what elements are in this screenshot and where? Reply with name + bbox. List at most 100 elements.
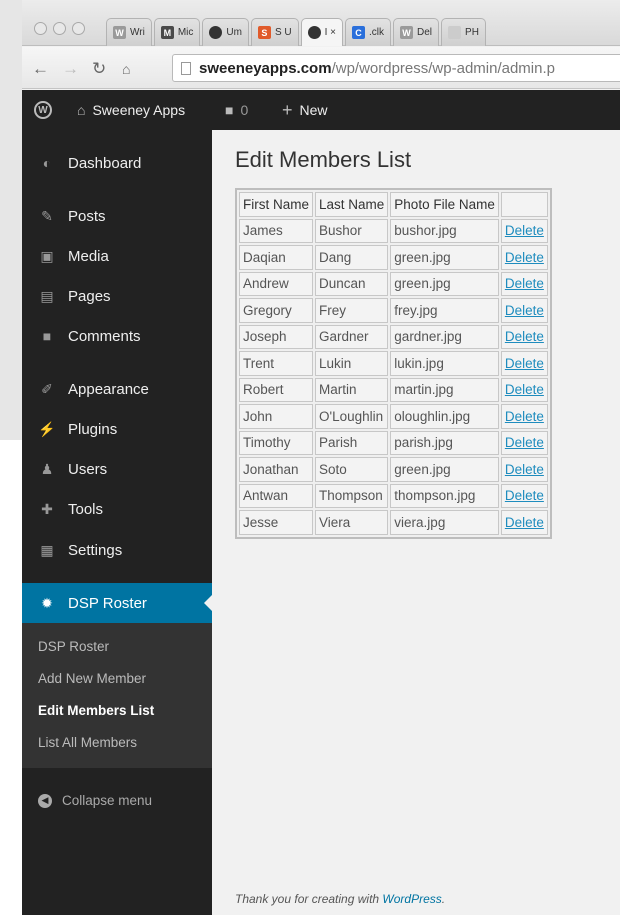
- browser-toolbar: ← → ↻ ⌂ sweeneyapps.com/wp/wordpress/wp-…: [22, 47, 620, 89]
- table-cell: frey.jpg: [390, 298, 499, 323]
- sidebar-item-pages[interactable]: ▤ Pages: [22, 281, 212, 311]
- delete-link[interactable]: Delete: [505, 435, 544, 450]
- page-icon: [448, 26, 462, 39]
- sidebar-item-settings[interactable]: ▦ Settings: [22, 535, 212, 565]
- browser-tab[interactable]: C .clk: [345, 18, 392, 46]
- address-bar[interactable]: sweeneyapps.com/wp/wordpress/wp-admin/ad…: [172, 54, 620, 82]
- table-cell: bushor.jpg: [390, 218, 499, 243]
- delete-link[interactable]: Delete: [505, 303, 544, 318]
- table-cell: Delete: [500, 324, 548, 349]
- browser-tab[interactable]: SS U: [250, 18, 299, 46]
- collapse-menu-label: Collapse menu: [62, 793, 153, 808]
- pages-icon: ▤: [40, 287, 54, 304]
- table-cell: Antwan: [239, 483, 314, 508]
- column-header: Last Name: [315, 192, 389, 217]
- delete-link[interactable]: Delete: [505, 329, 544, 344]
- submenu-item[interactable]: List All Members: [38, 735, 137, 750]
- table-row: Joseph Gardner gardner.jpg Delete: [239, 324, 548, 349]
- submenu-item[interactable]: Edit Members List: [38, 703, 154, 718]
- collapse-menu-button[interactable]: ◀ Collapse menu: [38, 793, 152, 808]
- sidebar-item-media[interactable]: ▣ Media: [22, 241, 212, 271]
- delete-link[interactable]: Delete: [505, 356, 544, 371]
- table-cell: green.jpg: [390, 245, 499, 270]
- table-cell: Delete: [500, 351, 548, 376]
- comments-count: 0: [240, 102, 249, 118]
- users-icon: ♟: [40, 460, 54, 477]
- new-content-link[interactable]: + New: [282, 90, 328, 130]
- tab-strip: W Wri M Mic Um S S UI × C .clk W Del PH: [22, 0, 620, 46]
- sidebar-item-dsp-roster[interactable]: ✹ DSP Roster: [22, 583, 212, 623]
- tab-label: Del: [417, 27, 433, 38]
- settings-icon: ▦: [40, 541, 54, 558]
- table-cell: Frey: [315, 298, 389, 323]
- close-window-button[interactable]: [34, 22, 47, 35]
- browser-tab[interactable]: M Mic: [153, 18, 201, 46]
- delete-link[interactable]: Delete: [505, 462, 544, 477]
- table-row: Timothy Parish parish.jpg Delete: [239, 430, 548, 455]
- table-cell: Soto: [315, 457, 389, 482]
- table-cell: Delete: [500, 377, 548, 402]
- browser-tab[interactable]: W Wri: [106, 18, 152, 46]
- browser-tabs: W Wri M Mic Um S S UI × C .clk W Del PH: [106, 18, 486, 46]
- table-cell: Delete: [500, 245, 548, 270]
- sidebar-item-users[interactable]: ♟ Users: [22, 454, 212, 484]
- table-row: Andrew Duncan green.jpg Delete: [239, 271, 548, 296]
- tab-label: Wri: [130, 27, 145, 38]
- sidebar-item-label: Pages: [68, 287, 111, 305]
- table-cell: Timothy: [239, 430, 314, 455]
- delete-link[interactable]: Delete: [505, 488, 544, 503]
- table-cell: James: [239, 218, 314, 243]
- sidebar-item-posts[interactable]: ✎ Posts: [22, 201, 212, 231]
- sidebar-item-dashboard[interactable]: ◐ Dashboard: [22, 148, 212, 178]
- wordpress-icon: W: [400, 26, 414, 39]
- table-cell: Andrew: [239, 271, 314, 296]
- delete-link[interactable]: Delete: [505, 223, 544, 238]
- media-icon: ▣: [40, 247, 54, 264]
- delete-link[interactable]: Delete: [505, 409, 544, 424]
- delete-link[interactable]: Delete: [505, 515, 544, 530]
- browser-tab[interactable]: PH: [441, 18, 486, 46]
- delete-link[interactable]: Delete: [505, 250, 544, 265]
- table-cell: lukin.jpg: [390, 351, 499, 376]
- zoom-window-button[interactable]: [72, 22, 85, 35]
- site-name-link[interactable]: ⌂ Sweeney Apps: [77, 90, 185, 130]
- wordpress-link[interactable]: WordPress: [382, 892, 441, 906]
- back-arrow-icon[interactable]: ←: [32, 59, 49, 79]
- forward-arrow-icon[interactable]: →: [62, 59, 79, 79]
- comments-link[interactable]: ■ 0: [225, 90, 248, 130]
- submenu-item[interactable]: Add New Member: [38, 671, 146, 686]
- column-header: First Name: [239, 192, 314, 217]
- home-icon: ⌂: [77, 102, 86, 118]
- s-icon: S: [257, 26, 271, 39]
- browser-tab[interactable]: Um: [202, 18, 249, 46]
- c-icon: C: [352, 26, 366, 39]
- delete-link[interactable]: Delete: [505, 382, 544, 397]
- table-cell: Lukin: [315, 351, 389, 376]
- table-cell: Gardner: [315, 324, 389, 349]
- table-cell: Jonathan: [239, 457, 314, 482]
- browser-window: W Wri M Mic Um S S UI × C .clk W Del PH ← → ↻ ⌂ swe…: [22, 0, 620, 915]
- sidebar-item-comments[interactable]: ■ Comments: [22, 321, 212, 351]
- reload-icon[interactable]: ↻: [92, 59, 106, 79]
- admin-footer: Thank you for creating with WordPress.: [235, 892, 445, 906]
- minimize-window-button[interactable]: [53, 22, 66, 35]
- table-cell: Delete: [500, 510, 548, 535]
- table-cell: Dang: [315, 245, 389, 270]
- plus-icon: +: [282, 99, 293, 120]
- table-cell: Delete: [500, 218, 548, 243]
- home-icon[interactable]: ⌂: [122, 61, 130, 77]
- sidebar-item-tools[interactable]: ✚ Tools: [22, 494, 212, 524]
- site-name: Sweeney Apps: [92, 102, 186, 118]
- table-cell: O'Loughlin: [315, 404, 389, 429]
- table-cell: thompson.jpg: [390, 483, 499, 508]
- page-title: Edit Members List: [235, 147, 412, 172]
- sidebar-item-label: Plugins: [68, 420, 118, 438]
- browser-tab[interactable]: W Del: [393, 18, 440, 46]
- sidebar-item-appearance[interactable]: ✐ Appearance: [22, 374, 212, 404]
- browser-tab[interactable]: I ×: [300, 18, 344, 46]
- wp-logo-button[interactable]: W: [34, 90, 52, 130]
- sidebar-item-plugins[interactable]: ⚡ Plugins: [22, 414, 212, 444]
- delete-link[interactable]: Delete: [505, 276, 544, 291]
- table-cell: gardner.jpg: [390, 324, 499, 349]
- submenu-item[interactable]: DSP Roster: [38, 639, 109, 654]
